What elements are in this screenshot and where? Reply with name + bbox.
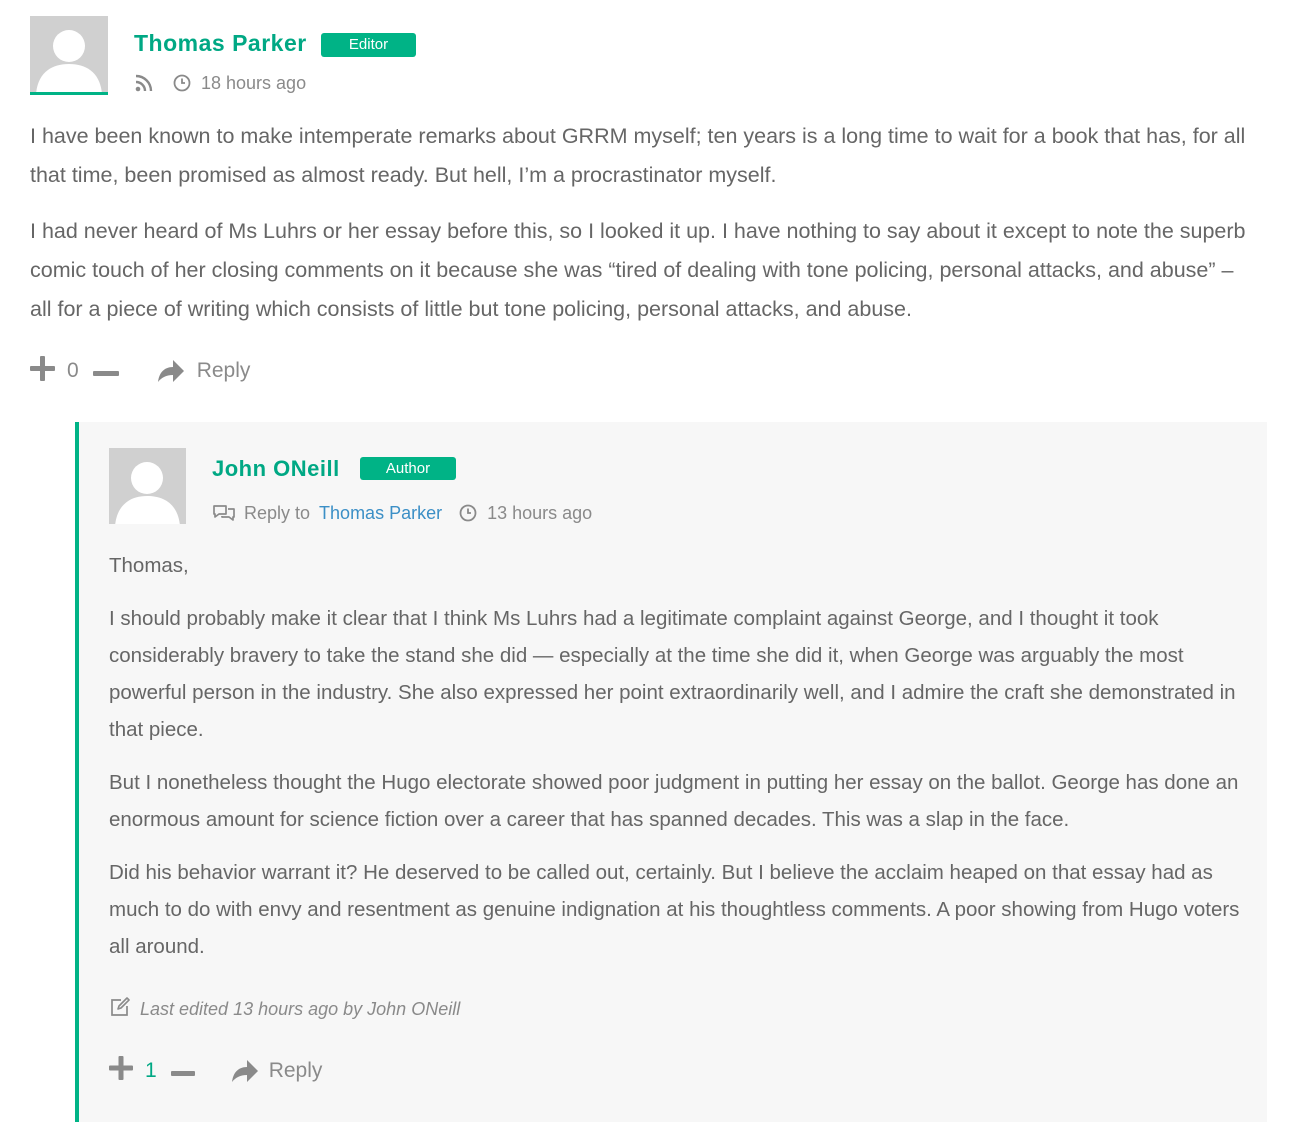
author-name[interactable]: John ONeill xyxy=(212,456,340,482)
comment-paragraph: I had never heard of Ms Luhrs or her ess… xyxy=(30,219,1246,321)
plus-icon[interactable] xyxy=(109,1056,133,1086)
reply-paragraph: I should probably make it clear that I t… xyxy=(109,607,1236,741)
reply-button[interactable]: Reply xyxy=(157,359,251,383)
reply-paragraph: Did his behavior warrant it? He deserved… xyxy=(109,861,1240,958)
vote-count: 1 xyxy=(145,1059,157,1082)
avatar[interactable] xyxy=(30,16,108,92)
last-edited-note: Last edited 13 hours ago by John ONeill xyxy=(109,996,460,1022)
comment-meta: 18 hours ago xyxy=(134,70,306,96)
avatar[interactable] xyxy=(109,448,186,524)
author-name[interactable]: Thomas Parker xyxy=(134,30,307,57)
reply-body: Thomas, I should probably make it clear … xyxy=(109,547,1244,965)
avatar-placeholder-icon xyxy=(30,16,108,92)
reply-arrow-icon xyxy=(157,360,184,382)
reply-arrow-icon xyxy=(231,1060,258,1082)
rss-icon[interactable] xyxy=(134,73,154,93)
comment-reply-john-oneill: John ONeill Author Reply to Thomas Parke… xyxy=(75,422,1267,1122)
comment-paragraph: I have been known to make intemperate re… xyxy=(30,124,1246,187)
reply-label: Reply xyxy=(268,1059,323,1082)
minus-icon[interactable] xyxy=(170,1059,195,1083)
comment-time: 18 hours ago xyxy=(201,72,307,93)
reply-to-link[interactable]: Thomas Parker xyxy=(319,503,442,524)
clock-icon xyxy=(172,73,192,93)
reply-label: Reply xyxy=(196,359,251,382)
author-badge: Author xyxy=(360,457,456,480)
editor-badge: Editor xyxy=(321,33,416,57)
plus-icon[interactable] xyxy=(30,355,55,387)
reply-meta: Reply to Thomas Parker 13 hours ago xyxy=(212,500,592,526)
reply-time: 13 hours ago xyxy=(487,502,593,523)
reply-actions: 1 Reply xyxy=(109,1056,322,1086)
edit-icon xyxy=(109,996,131,1023)
reply-paragraph: But I nonetheless thought the Hugo elect… xyxy=(109,771,1239,831)
minus-icon[interactable] xyxy=(92,359,119,383)
avatar-placeholder-icon xyxy=(109,448,186,524)
reply-to-label: Reply to xyxy=(244,502,311,523)
reply-paragraph: Thomas, xyxy=(109,554,189,577)
vote-count: 0 xyxy=(67,359,79,382)
clock-icon xyxy=(458,503,478,523)
chat-bubbles-icon xyxy=(212,503,236,523)
avatar-underline xyxy=(30,92,108,95)
comment-body: I have been known to make intemperate re… xyxy=(30,117,1260,329)
comment-actions: 0 Reply xyxy=(30,355,251,387)
last-edited-text: Last edited 13 hours ago by John ONeill xyxy=(140,998,461,1019)
reply-button[interactable]: Reply xyxy=(231,1059,323,1083)
